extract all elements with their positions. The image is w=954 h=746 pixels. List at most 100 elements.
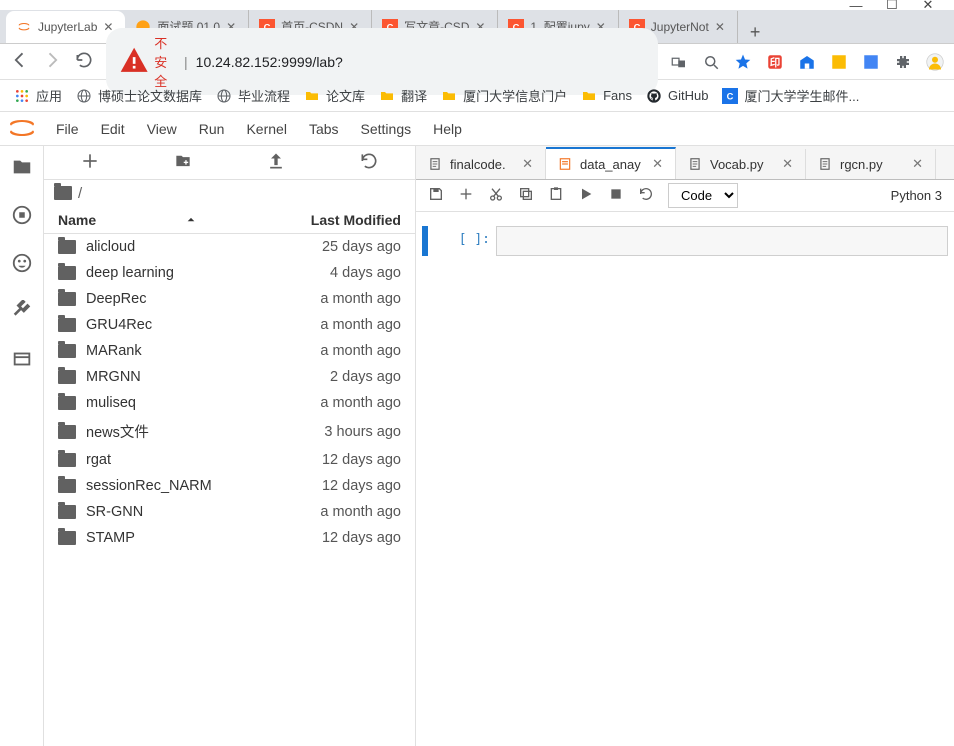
folder-icon	[58, 396, 76, 410]
document-tab[interactable]: finalcode.✕	[416, 149, 546, 179]
file-modified: a month ago	[320, 343, 401, 359]
cut-button[interactable]	[488, 186, 504, 205]
bookmark-item[interactable]: 翻译	[379, 86, 427, 105]
ext-icon-3[interactable]	[830, 53, 848, 71]
code-cell[interactable]: [ ]:	[422, 226, 948, 256]
copy-button[interactable]	[518, 186, 534, 205]
file-row[interactable]: sessionRec_NARM12 days ago	[44, 473, 415, 499]
file-name: MRGNN	[86, 369, 141, 385]
file-browser-icon[interactable]	[11, 156, 33, 178]
extensions-icon[interactable]	[894, 53, 912, 71]
tabs-icon[interactable]	[11, 348, 33, 370]
breadcrumb[interactable]: /	[44, 180, 415, 206]
menu-item[interactable]: Kernel	[246, 121, 286, 137]
ext-icon-2[interactable]	[798, 53, 816, 71]
close-document-button[interactable]: ✕	[782, 156, 793, 172]
file-row[interactable]: SR-GNNa month ago	[44, 499, 415, 525]
kernel-label[interactable]: Python 3	[891, 188, 942, 203]
bookmark-icon	[646, 88, 662, 104]
folder-icon	[54, 186, 72, 200]
jupyterlab-menubar: File Edit View Run Kernel Tabs Settings Help	[0, 112, 954, 146]
new-launcher-button[interactable]	[80, 151, 100, 174]
menu-item[interactable]: Settings	[361, 121, 412, 137]
zoom-icon[interactable]	[702, 53, 720, 71]
notebook-body[interactable]: [ ]:	[416, 212, 954, 746]
col-name[interactable]: Name	[58, 212, 96, 228]
file-row[interactable]: STAMP12 days ago	[44, 525, 415, 551]
menu-item[interactable]: View	[147, 121, 177, 137]
document-tab[interactable]: data_anay✕	[546, 147, 676, 179]
settings-icon[interactable]	[11, 300, 33, 322]
menu-item[interactable]: Help	[433, 121, 462, 137]
bookmark-label: 翻译	[401, 86, 427, 105]
menu-item[interactable]: Tabs	[309, 121, 339, 137]
new-tab-button[interactable]: +	[738, 22, 773, 43]
forward-button[interactable]	[42, 50, 62, 73]
file-row[interactable]: news文件3 hours ago	[44, 416, 415, 447]
menu-item[interactable]: File	[56, 121, 79, 137]
close-tab-button[interactable]: ✕	[715, 20, 727, 34]
file-modified: a month ago	[320, 504, 401, 520]
insert-cell-button[interactable]	[458, 186, 474, 205]
menu-item[interactable]: Run	[199, 121, 225, 137]
minimize-button[interactable]: —	[850, 0, 862, 11]
folder-icon	[58, 453, 76, 467]
bookmark-item[interactable]: 毕业流程	[216, 86, 290, 105]
file-row[interactable]: muliseqa month ago	[44, 390, 415, 416]
bookmark-item[interactable]: 厦门大学信息门户	[441, 86, 567, 105]
bookmark-item[interactable]: 应用	[14, 86, 62, 105]
bookmark-item[interactable]: GitHub	[646, 88, 708, 104]
stop-button[interactable]	[608, 186, 624, 205]
paste-button[interactable]	[548, 186, 564, 205]
close-document-button[interactable]: ✕	[912, 156, 923, 172]
bookmark-star-icon[interactable]	[734, 53, 752, 71]
tab-title: JupyterNot	[651, 20, 709, 34]
file-row[interactable]: MRGNN2 days ago	[44, 364, 415, 390]
close-window-button[interactable]: ✕	[922, 0, 934, 11]
maximize-button[interactable]: ☐	[886, 0, 898, 11]
file-row[interactable]: rgat12 days ago	[44, 447, 415, 473]
file-row[interactable]: alicloud25 days ago	[44, 234, 415, 260]
sort-asc-icon	[186, 215, 196, 225]
reload-button[interactable]	[74, 50, 94, 73]
file-row[interactable]: DeepReca month ago	[44, 286, 415, 312]
upload-button[interactable]	[266, 151, 286, 174]
translate-icon[interactable]	[670, 53, 688, 71]
file-name: DeepRec	[86, 291, 146, 307]
bookmark-item[interactable]: C厦门大学学生邮件...	[722, 86, 859, 105]
bookmark-item[interactable]: 博硕士论文数据库	[76, 86, 202, 105]
file-row[interactable]: MARanka month ago	[44, 338, 415, 364]
restart-button[interactable]	[638, 186, 654, 205]
bookmark-icon	[379, 88, 395, 104]
url-input[interactable]: 不安全 | 10.24.82.152:9999/lab?	[106, 28, 658, 95]
run-button[interactable]	[578, 186, 594, 205]
new-folder-button[interactable]	[173, 152, 193, 173]
bookmark-item[interactable]: 论文库	[304, 86, 365, 105]
menu-item[interactable]: Edit	[101, 121, 125, 137]
close-document-button[interactable]: ✕	[652, 156, 663, 172]
bookmark-item[interactable]: Fans	[581, 88, 632, 104]
folder-icon	[58, 240, 76, 254]
cell-type-select[interactable]: Code	[668, 183, 738, 208]
refresh-button[interactable]	[359, 151, 379, 174]
ext-icon-1[interactable]: 印	[766, 53, 784, 71]
col-modified[interactable]: Last Modified	[311, 212, 401, 228]
commands-icon[interactable]	[11, 252, 33, 274]
close-document-button[interactable]: ✕	[522, 156, 533, 172]
running-sessions-icon[interactable]	[11, 204, 33, 226]
file-modified: 12 days ago	[322, 478, 401, 494]
back-button[interactable]	[10, 50, 30, 73]
profile-avatar[interactable]	[926, 53, 944, 71]
cell-input[interactable]	[496, 226, 948, 256]
insecure-warning: 不安全	[118, 33, 176, 90]
bookmark-label: 论文库	[326, 86, 365, 105]
file-type-icon	[428, 157, 442, 171]
document-tab[interactable]: Vocab.py✕	[676, 149, 806, 179]
ext-icon-4[interactable]	[862, 53, 880, 71]
file-row[interactable]: deep learning4 days ago	[44, 260, 415, 286]
document-tab[interactable]: rgcn.py✕	[806, 149, 936, 179]
file-name: deep learning	[86, 265, 174, 281]
folder-icon	[58, 292, 76, 306]
file-row[interactable]: GRU4Reca month ago	[44, 312, 415, 338]
save-button[interactable]	[428, 186, 444, 205]
